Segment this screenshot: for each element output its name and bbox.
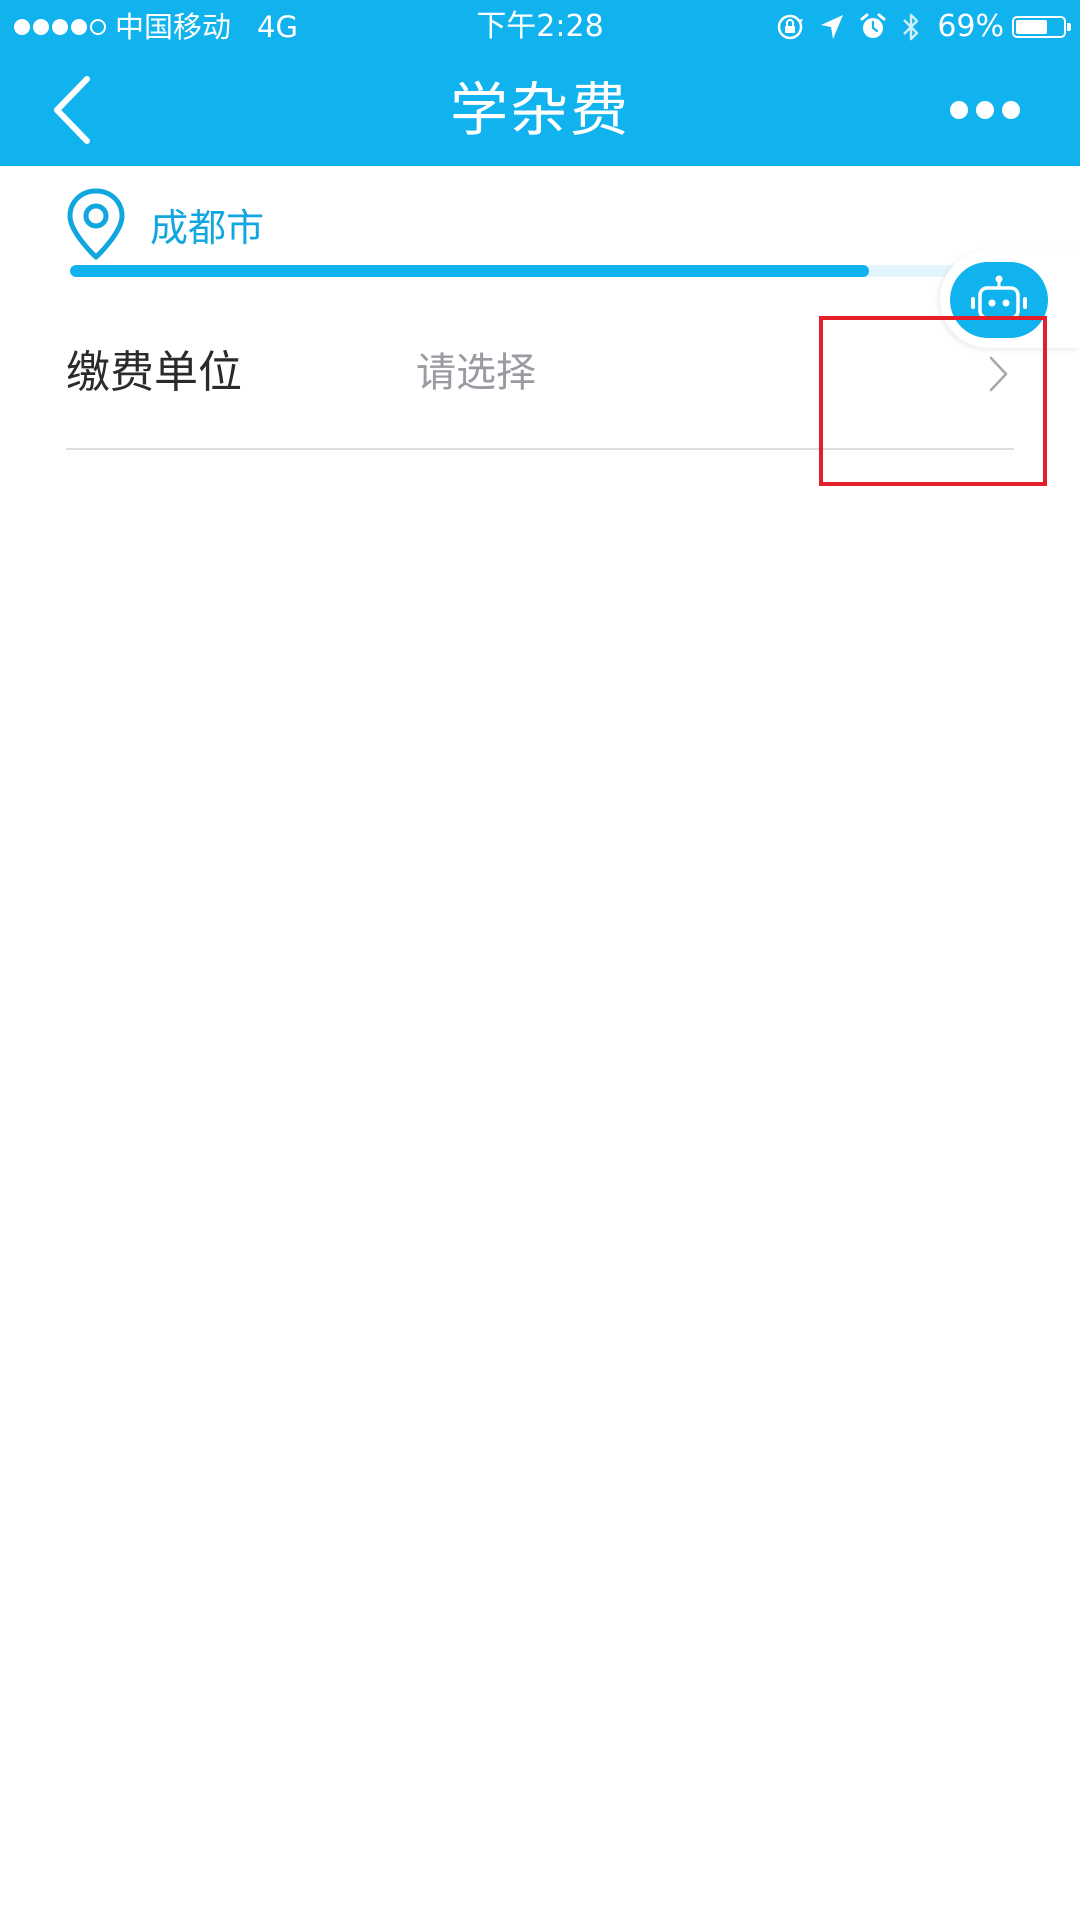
- payment-unit-placeholder: 请选择: [416, 350, 536, 396]
- battery-icon: [1012, 16, 1071, 38]
- location-selector[interactable]: 成都市: [66, 184, 264, 264]
- map-pin-icon: [67, 188, 125, 260]
- progress-fill: [70, 265, 869, 277]
- battery-level: [1016, 20, 1047, 34]
- alarm-icon: [859, 12, 887, 42]
- status-bar: 中国移动 4G 下午2:28 69%: [0, 0, 1080, 54]
- payment-unit-label: 缴费单位: [66, 347, 242, 398]
- nav-bar: 学杂费: [0, 54, 1080, 166]
- status-right: 69%: [761, 6, 1071, 48]
- location-arrow-icon: [819, 13, 845, 41]
- ellipsis-icon: [950, 101, 968, 119]
- more-button[interactable]: [910, 90, 1020, 130]
- progress-bar: [70, 265, 1010, 277]
- rotation-lock-icon: [775, 12, 805, 42]
- row-divider: [66, 448, 1014, 450]
- battery-percent: 69%: [937, 9, 1004, 44]
- bluetooth-icon: [901, 11, 921, 43]
- payment-unit-row[interactable]: 缴费单位 请选择: [66, 318, 1014, 448]
- payment-page: 中国移动 4G 下午2:28 69% 学杂费 成都市 缴费单位 请选择: [0, 0, 1080, 1920]
- location-city: 成都市: [150, 205, 265, 250]
- header: 中国移动 4G 下午2:28 69% 学杂费: [0, 0, 1080, 166]
- chevron-right-icon[interactable]: [984, 354, 1014, 394]
